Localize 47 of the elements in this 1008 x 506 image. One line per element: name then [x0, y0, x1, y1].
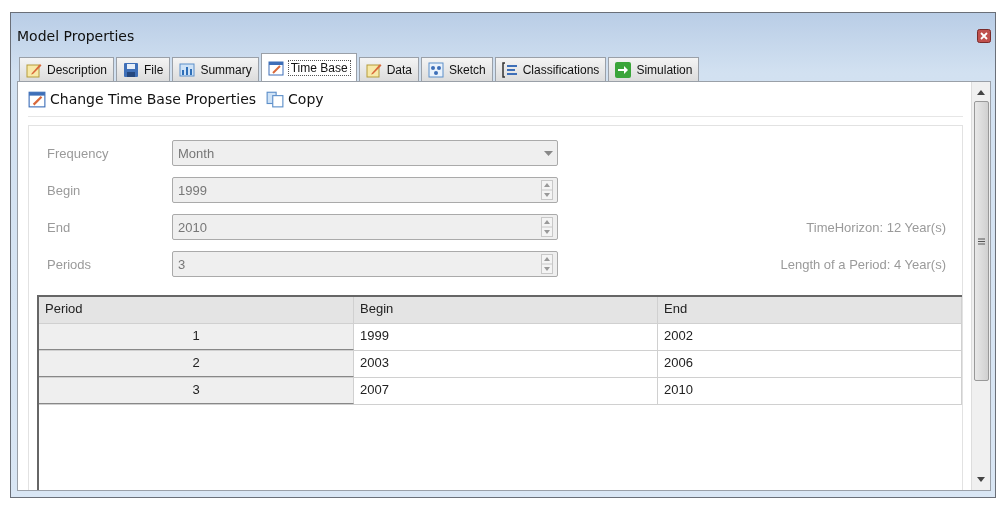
spinner-arrows-icon [541, 180, 553, 200]
close-icon[interactable] [977, 29, 991, 43]
column-header[interactable]: Period [39, 297, 354, 323]
table-cell: 2006 [658, 351, 962, 377]
dropdown-arrow-icon [544, 150, 553, 156]
info-text: Length of a Period: 4 Year(s) [780, 256, 946, 272]
table-cell: 2003 [354, 351, 658, 377]
field-label: Begin [47, 182, 82, 198]
tab[interactable]: Data [358, 57, 419, 81]
row-header: 3 [39, 378, 354, 404]
diagram-icon [428, 61, 444, 78]
column-header[interactable]: Begin [354, 297, 658, 323]
table-cell: 2010 [658, 378, 962, 404]
tab[interactable]: Description [19, 57, 115, 81]
scroll-up-icon[interactable] [977, 90, 985, 95]
calendar-icon [267, 59, 284, 76]
table-cell: 1999 [354, 324, 658, 350]
window-title: Model Properties [17, 28, 135, 44]
tab[interactable]: Summary [172, 57, 259, 81]
tab[interactable]: Simulation [608, 57, 700, 81]
field-label: Frequency [47, 145, 110, 161]
column-header[interactable]: End [658, 297, 962, 323]
table-cell: 2007 [354, 378, 658, 404]
copy-icon [266, 90, 285, 108]
table-cell: 2002 [658, 324, 962, 350]
spinner-arrows-icon [541, 217, 553, 237]
scroll-down-icon[interactable] [977, 477, 985, 482]
pencil-icon [26, 61, 42, 78]
row-header: 2 [39, 351, 354, 377]
field-label: Periods [47, 256, 93, 272]
spinner-arrows-icon [541, 254, 553, 274]
grip-icon [977, 237, 985, 245]
tab[interactable]: Time Base [260, 53, 357, 81]
tab[interactable]: Classifications [494, 57, 607, 81]
tab[interactable]: Sketch [421, 57, 493, 81]
calendar-icon [28, 90, 46, 108]
info-text: TimeHorizon: 12 Year(s) [806, 219, 946, 235]
list-icon [501, 61, 518, 78]
vertical-scrollbar[interactable] [971, 82, 990, 490]
scroll-thumb[interactable] [973, 101, 989, 381]
tab[interactable]: File [116, 57, 171, 81]
toolbar-button[interactable]: Change Time Base Properties [28, 90, 257, 108]
chart-icon [179, 61, 196, 78]
pencil-icon [365, 61, 382, 78]
field-label: End [47, 219, 72, 235]
row-header: 1 [39, 324, 354, 350]
toolbar-button[interactable]: Copy [266, 90, 324, 108]
